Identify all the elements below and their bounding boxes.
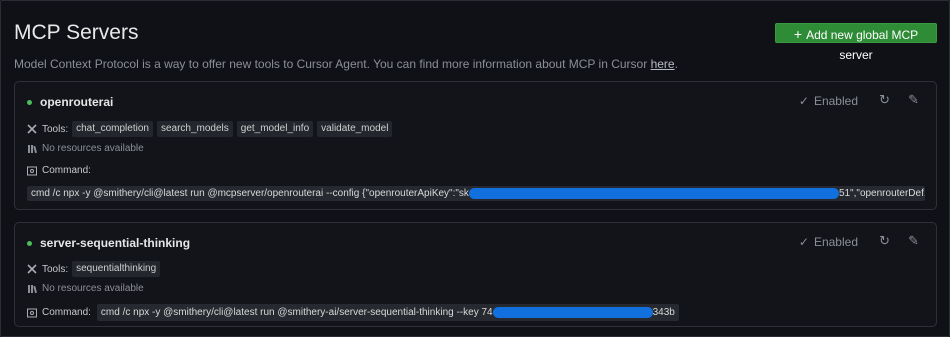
tools-label: Tools: bbox=[42, 263, 69, 275]
refresh-icon[interactable]: ↻ bbox=[879, 233, 890, 249]
add-button-label: Add new global MCP server bbox=[806, 28, 919, 62]
status-dot-icon bbox=[27, 99, 32, 105]
mcp-settings-panel: MCP Servers + Add new global MCP server M… bbox=[0, 0, 950, 337]
tools-row: Tools: chat_completion search_models get… bbox=[27, 121, 393, 137]
tool-tag: sequentialthinking bbox=[72, 261, 161, 277]
command-label: Command: bbox=[42, 165, 91, 176]
pencil-icon[interactable]: ✎ bbox=[908, 92, 919, 108]
server-card-openrouterai: openrouterai ✓ Enabled ↻ ✎ Tools: chat_c… bbox=[14, 81, 937, 210]
resources-icon bbox=[28, 284, 37, 293]
tool-tag: validate_model bbox=[317, 121, 393, 137]
server-name: server-sequential-thinking bbox=[40, 236, 191, 250]
tools-row: Tools: sequentialthinking bbox=[27, 261, 161, 277]
terminal-icon bbox=[27, 308, 37, 317]
command-text: cmd /c npx -y @smithery/cli@latest run @… bbox=[96, 304, 679, 321]
resources-row: No resources available bbox=[27, 143, 144, 154]
command-row: Command: bbox=[27, 165, 91, 176]
tools-icon bbox=[27, 264, 37, 274]
status-label: Enabled bbox=[813, 94, 858, 108]
page-title: MCP Servers bbox=[14, 21, 139, 44]
server-name: openrouterai bbox=[40, 95, 114, 109]
server-status[interactable]: ✓ Enabled bbox=[799, 94, 858, 108]
tools-icon bbox=[27, 124, 37, 134]
redaction-mark bbox=[468, 187, 839, 199]
description-text: Model Context Protocol is a way to offer… bbox=[14, 57, 651, 71]
tool-tag: get_model_info bbox=[236, 121, 314, 137]
add-global-mcp-server-button[interactable]: + Add new global MCP server bbox=[775, 23, 937, 62]
command-prefix: cmd /c npx -y @smithery/cli@latest run @… bbox=[31, 188, 469, 199]
server-status[interactable]: ✓ Enabled bbox=[799, 235, 858, 249]
command-prefix: cmd /c npx -y @smithery/cli@latest run @… bbox=[100, 307, 493, 318]
resources-row: No resources available bbox=[27, 283, 144, 294]
command-row: Command: cmd /c npx -y @smithery/cli@lat… bbox=[27, 304, 679, 321]
status-dot-icon bbox=[27, 240, 32, 246]
status-label: Enabled bbox=[813, 235, 858, 249]
no-resources-text: No resources available bbox=[42, 283, 144, 294]
server-card-sequential-thinking: server-sequential-thinking ✓ Enabled ↻ ✎… bbox=[14, 222, 937, 327]
tool-tag: chat_completion bbox=[72, 121, 153, 137]
server-header: openrouterai bbox=[27, 94, 113, 110]
plus-icon: + bbox=[793, 26, 803, 42]
command-text: cmd /c npx -y @smithery/cli@latest run @… bbox=[27, 186, 925, 201]
redaction-mark bbox=[492, 306, 653, 318]
server-header: server-sequential-thinking bbox=[27, 235, 190, 251]
more-info-link[interactable]: here bbox=[651, 57, 675, 71]
terminal-icon bbox=[27, 166, 37, 175]
command-suffix: 343b bbox=[652, 307, 675, 318]
description-end: . bbox=[674, 57, 678, 71]
tools-label: Tools: bbox=[42, 123, 69, 135]
tool-tag: search_models bbox=[156, 121, 233, 137]
page-description: Model Context Protocol is a way to offer… bbox=[14, 57, 678, 71]
check-icon: ✓ bbox=[798, 235, 809, 249]
no-resources-text: No resources available bbox=[42, 143, 144, 154]
pencil-icon[interactable]: ✎ bbox=[908, 233, 919, 249]
check-icon: ✓ bbox=[798, 94, 809, 108]
command-label: Command: bbox=[42, 307, 91, 318]
command-suffix: 51","openrouterDef... bbox=[838, 188, 925, 199]
refresh-icon[interactable]: ↻ bbox=[879, 92, 890, 108]
resources-icon bbox=[28, 144, 37, 153]
